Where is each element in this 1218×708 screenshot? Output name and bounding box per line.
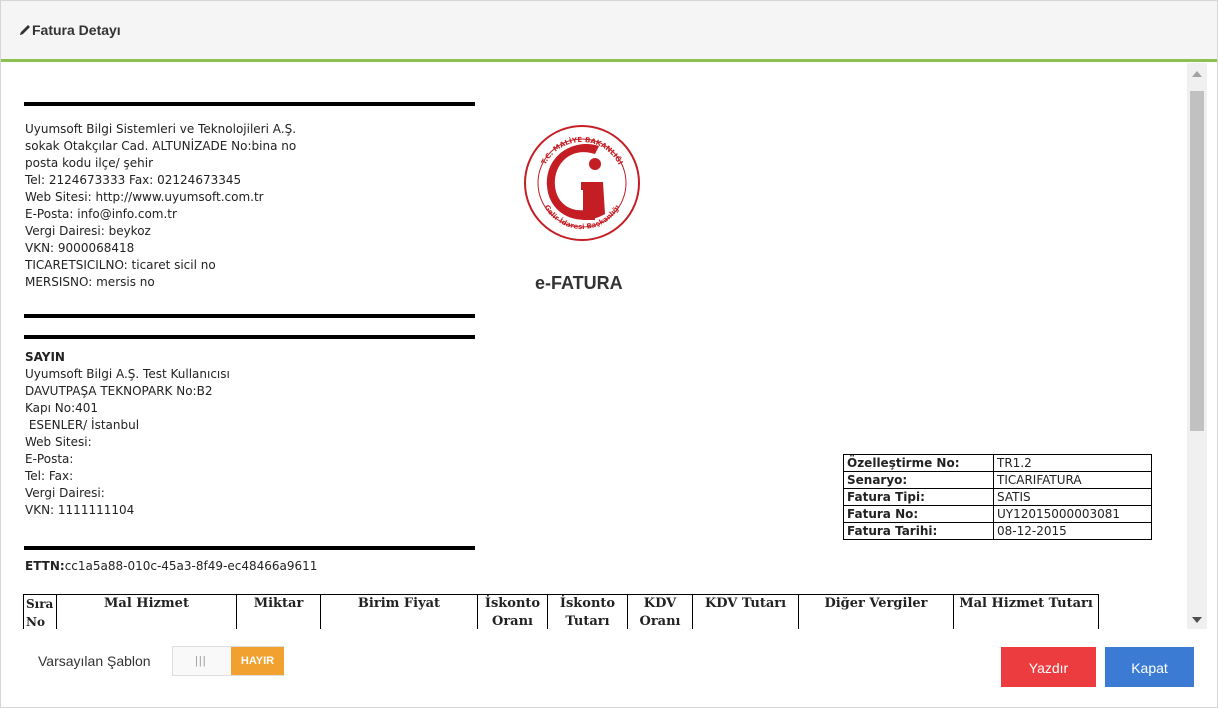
meta-value: TR1.2 [993,454,1152,472]
ettn-value: cc1a5a88-010c-45a3-8f49-ec48466a9611 [64,559,318,573]
buyer-line: Tel: Fax: [25,469,74,483]
modal-title: Fatura Detayı [32,22,121,38]
ettn: ETTN:cc1a5a88-010c-45a3-8f49-ec48466a961… [25,559,317,573]
column-header: KDV Tutarı [692,594,799,629]
invoice-detail-modal: Fatura Detayı Uyumsoft Bilgi Sistemleri … [0,0,1218,708]
seller-line: MERSISNO: mersis no [25,275,155,289]
table-row: Fatura Tarihi: 08-12-2015 [843,522,1152,540]
table-row: Fatura Tipi: SATIS [843,488,1152,506]
buyer-line: Vergi Dairesi: [25,486,105,500]
seller-line: posta kodu ilçe/ şehir [25,156,153,170]
seller-line: Web Sitesi: http://www.uyumsoft.com.tr [25,190,264,204]
column-header: Sıra No [23,594,57,629]
column-header: İskonto Oranı [477,594,548,629]
divider [24,335,475,339]
table-row: Fatura No: UY12015000003081 [843,505,1152,523]
buyer-line: VKN: 1111111104 [25,503,135,517]
meta-key: Senaryo: [843,471,994,489]
column-header: İskonto Tutarı [547,594,628,629]
modal-header: Fatura Detayı [1,1,1217,62]
meta-value: UY12015000003081 [993,505,1152,523]
divider [24,314,475,318]
table-header-row: Sıra No Mal Hizmet Miktar Birim Fiyat İs… [23,594,1099,629]
seller-line: Vergi Dairesi: beykoz [25,224,151,238]
column-header: Miktar [236,594,321,629]
buyer-line: E-Posta: [25,452,74,466]
seller-line: VKN: 9000068418 [25,241,135,255]
column-header: Diğer Vergiler [798,594,954,629]
buyer-heading: SAYIN [25,350,65,364]
seller-line: sokak Otakçılar Cad. ALTUNİZADE No:bina … [25,139,297,153]
buyer-line: ESENLER/ İstanbul [25,418,140,432]
meta-value: SATIS [993,488,1152,506]
ettn-label: ETTN: [25,559,65,573]
meta-key: Özelleştirme No: [843,454,994,472]
print-button[interactable]: Yazdır [1001,647,1096,687]
vertical-scrollbar[interactable] [1187,63,1207,629]
scroll-down-arrow-icon[interactable] [1192,617,1202,623]
divider [24,546,475,550]
seller-line: Uyumsoft Bilgi Sistemleri ve Teknolojile… [25,122,297,136]
column-header: Birim Fiyat [320,594,478,629]
column-header: KDV Oranı [627,594,693,629]
scroll-up-arrow-icon[interactable] [1192,71,1202,77]
invoice-meta-table: Özelleştirme No: TR1.2 Senaryo: TICARIFATU… [843,454,1152,540]
toggle-handle-icon[interactable]: ||| [195,655,207,667]
pencil-icon [20,25,30,35]
buyer-line: Uyumsoft Bilgi A.Ş. Test Kullanıcısı [25,367,230,381]
table-row: Özelleştirme No: TR1.2 [843,454,1152,472]
invoice-document-viewer[interactable]: Uyumsoft Bilgi Sistemleri ve Teknolojile… [11,63,1186,629]
meta-key: Fatura Tipi: [843,488,994,506]
meta-value: 08-12-2015 [993,522,1152,540]
divider [24,102,475,106]
buyer-line: DAVUTPAŞA TEKNOPARK No:B2 [25,384,213,398]
buyer-line: Kapı No:401 [25,401,99,415]
seller-line: E-Posta: info@info.com.tr [25,207,177,221]
meta-key: Fatura Tarihi: [843,522,994,540]
close-button[interactable]: Kapat [1105,647,1194,687]
meta-key: Fatura No: [843,505,994,523]
column-header: Mal Hizmet [56,594,237,629]
table-row: Senaryo: TICARIFATURA [843,471,1152,489]
document-title: e-FATURA [535,273,623,293]
gib-seal-logo: T.C. MALİYE BAKANLIĞI Gelir İdaresi Başk… [524,125,640,241]
items-table: Sıra No Mal Hizmet Miktar Birim Fiyat İs… [23,594,1099,629]
default-template-toggle[interactable]: ||| HAYIR [172,646,284,676]
buyer-line: Web Sitesi: [25,435,92,449]
toggle-state: HAYIR [231,647,284,675]
default-template-label: Varsayılan Şablon [38,653,151,669]
column-header: Mal Hizmet Tutarı [953,594,1099,629]
meta-value: TICARIFATURA [993,471,1152,489]
scroll-thumb[interactable] [1190,91,1204,431]
seller-line: TICARETSICILNO: ticaret sicil no [25,258,216,272]
seller-line: Tel: 2124673333 Fax: 02124673345 [25,173,242,187]
